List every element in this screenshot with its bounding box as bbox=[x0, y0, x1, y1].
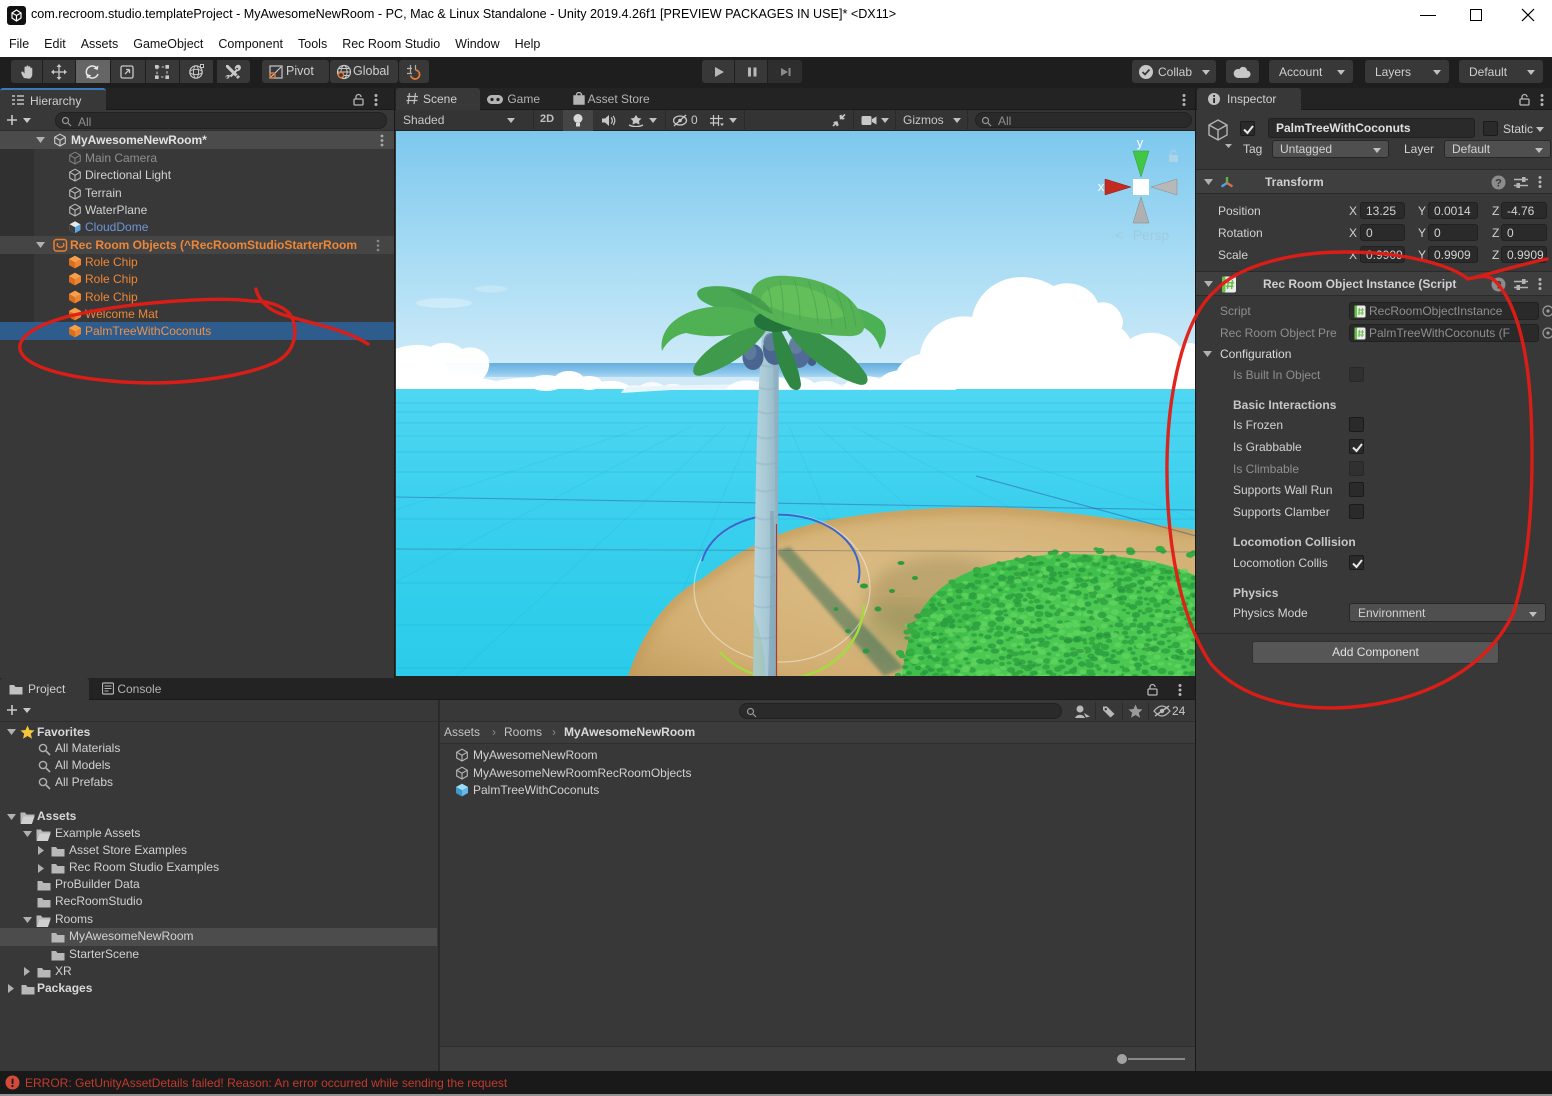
svg-text:<: < bbox=[1115, 227, 1123, 243]
svg-text:x: x bbox=[1098, 179, 1105, 194]
svg-text:?: ? bbox=[1495, 280, 1502, 292]
svg-text:?: ? bbox=[1495, 178, 1502, 190]
svg-text:y: y bbox=[1137, 135, 1144, 150]
svg-text:Persp: Persp bbox=[1133, 227, 1170, 243]
